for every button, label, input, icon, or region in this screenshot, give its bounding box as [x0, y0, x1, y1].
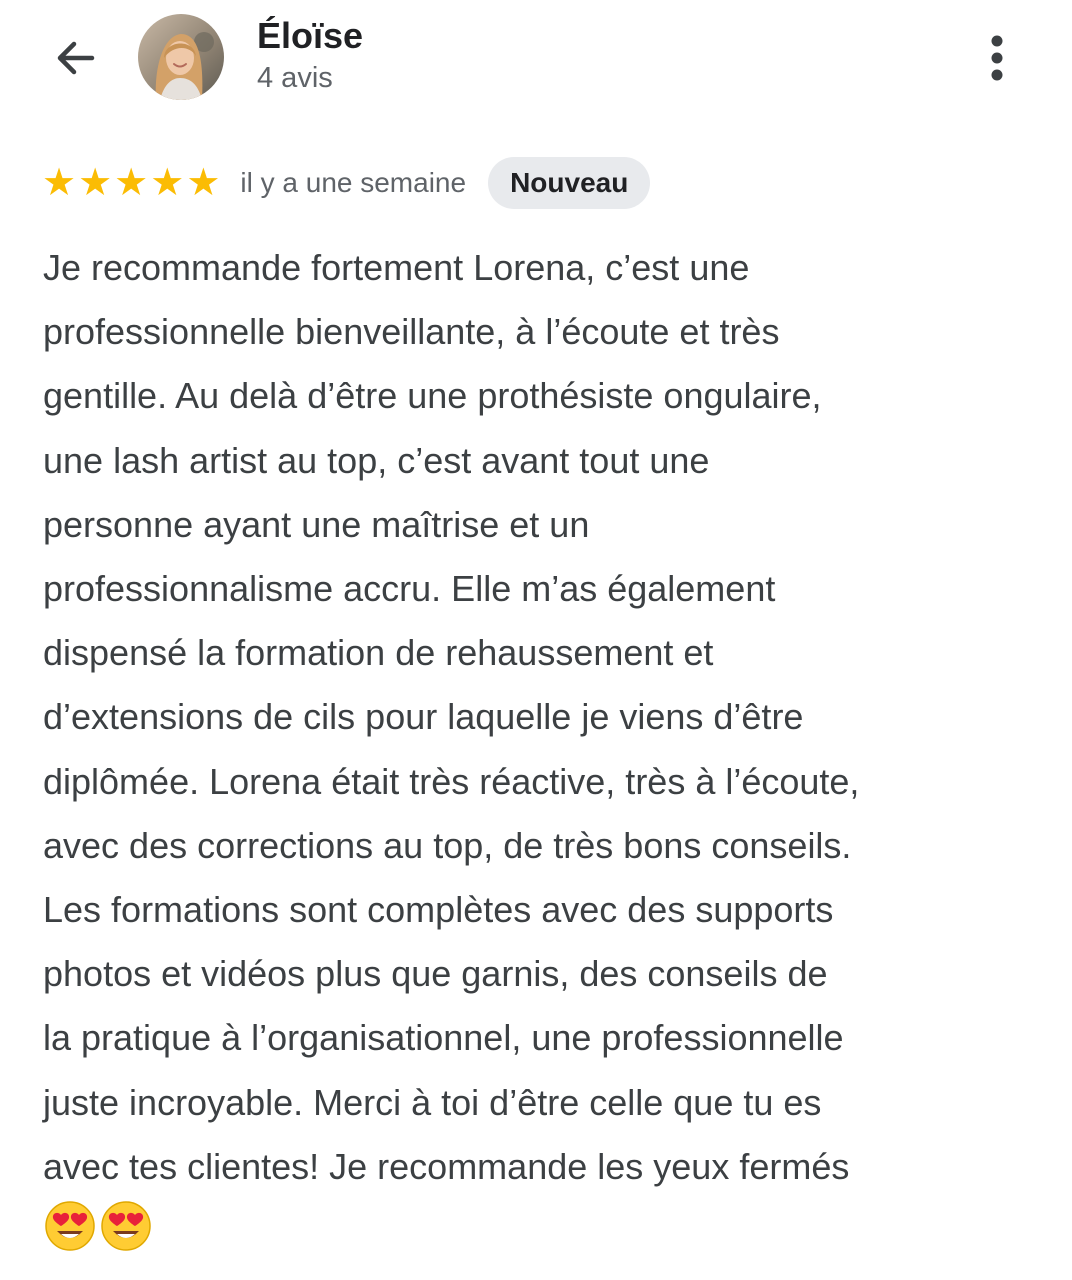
star-icon: ★: [78, 162, 113, 204]
new-badge: Nouveau: [488, 157, 651, 209]
star-icon: ★: [186, 162, 221, 204]
more-vertical-icon: [991, 35, 1003, 81]
reviewer-review-count: 4 avis: [257, 62, 333, 94]
more-options-button[interactable]: [972, 30, 1022, 86]
heart-eyes-emoji: [45, 1201, 95, 1251]
star-icon: ★: [150, 162, 185, 204]
emoji-row: [44, 1200, 152, 1252]
review-date: il y a une semaine: [240, 167, 467, 198]
review-header: Éloïse 4 avis: [0, 0, 1072, 120]
reviewer-name[interactable]: Éloïse: [257, 14, 363, 58]
star-icon: ★: [114, 162, 149, 204]
back-button[interactable]: [48, 30, 104, 86]
heart-eyes-emoji: [101, 1201, 151, 1251]
arrow-left-icon: [57, 41, 95, 75]
review-text: Je recommande fortement Lorena, c’est un…: [43, 247, 860, 1187]
star-rating: ★ ★ ★ ★ ★: [42, 163, 220, 203]
review-meta: ★ ★ ★ ★ ★ il y a une semaine Nouveau: [42, 156, 651, 210]
avatar[interactable]: [138, 14, 224, 100]
profile-photo: [138, 14, 224, 100]
star-icon: ★: [42, 162, 77, 204]
